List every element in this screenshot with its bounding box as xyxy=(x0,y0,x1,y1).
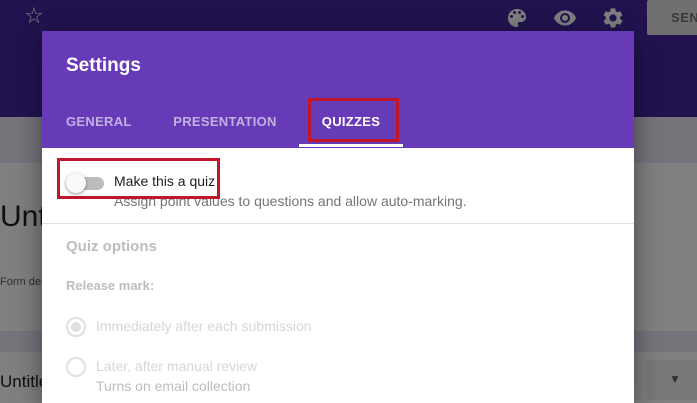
toggle-thumb xyxy=(66,173,86,193)
section-divider xyxy=(42,223,634,224)
active-tab-indicator xyxy=(299,144,403,147)
dialog-header: Settings GENERAL PRESENTATION QUIZZES xyxy=(42,31,634,148)
tab-quizzes[interactable]: QUIZZES xyxy=(299,114,403,148)
release-later-sublabel: Turns on email collection xyxy=(96,378,251,394)
release-later-radio[interactable] xyxy=(66,357,86,377)
quiz-options-title: Quiz options xyxy=(66,238,157,255)
make-quiz-toggle[interactable] xyxy=(66,172,104,194)
settings-dialog: Settings GENERAL PRESENTATION QUIZZES Ma… xyxy=(42,31,634,403)
release-later-label[interactable]: Later, after manual review xyxy=(96,358,257,374)
tab-presentation[interactable]: PRESENTATION xyxy=(173,114,277,148)
release-immediately-radio[interactable] xyxy=(66,317,86,337)
make-quiz-description: Assign point values to questions and all… xyxy=(114,193,467,209)
tab-general[interactable]: GENERAL xyxy=(66,114,131,148)
release-immediately-label[interactable]: Immediately after each submission xyxy=(96,318,312,334)
make-quiz-label[interactable]: Make this a quiz xyxy=(114,173,215,189)
release-mark-label: Release mark: xyxy=(66,278,155,293)
dialog-title: Settings xyxy=(66,55,141,76)
